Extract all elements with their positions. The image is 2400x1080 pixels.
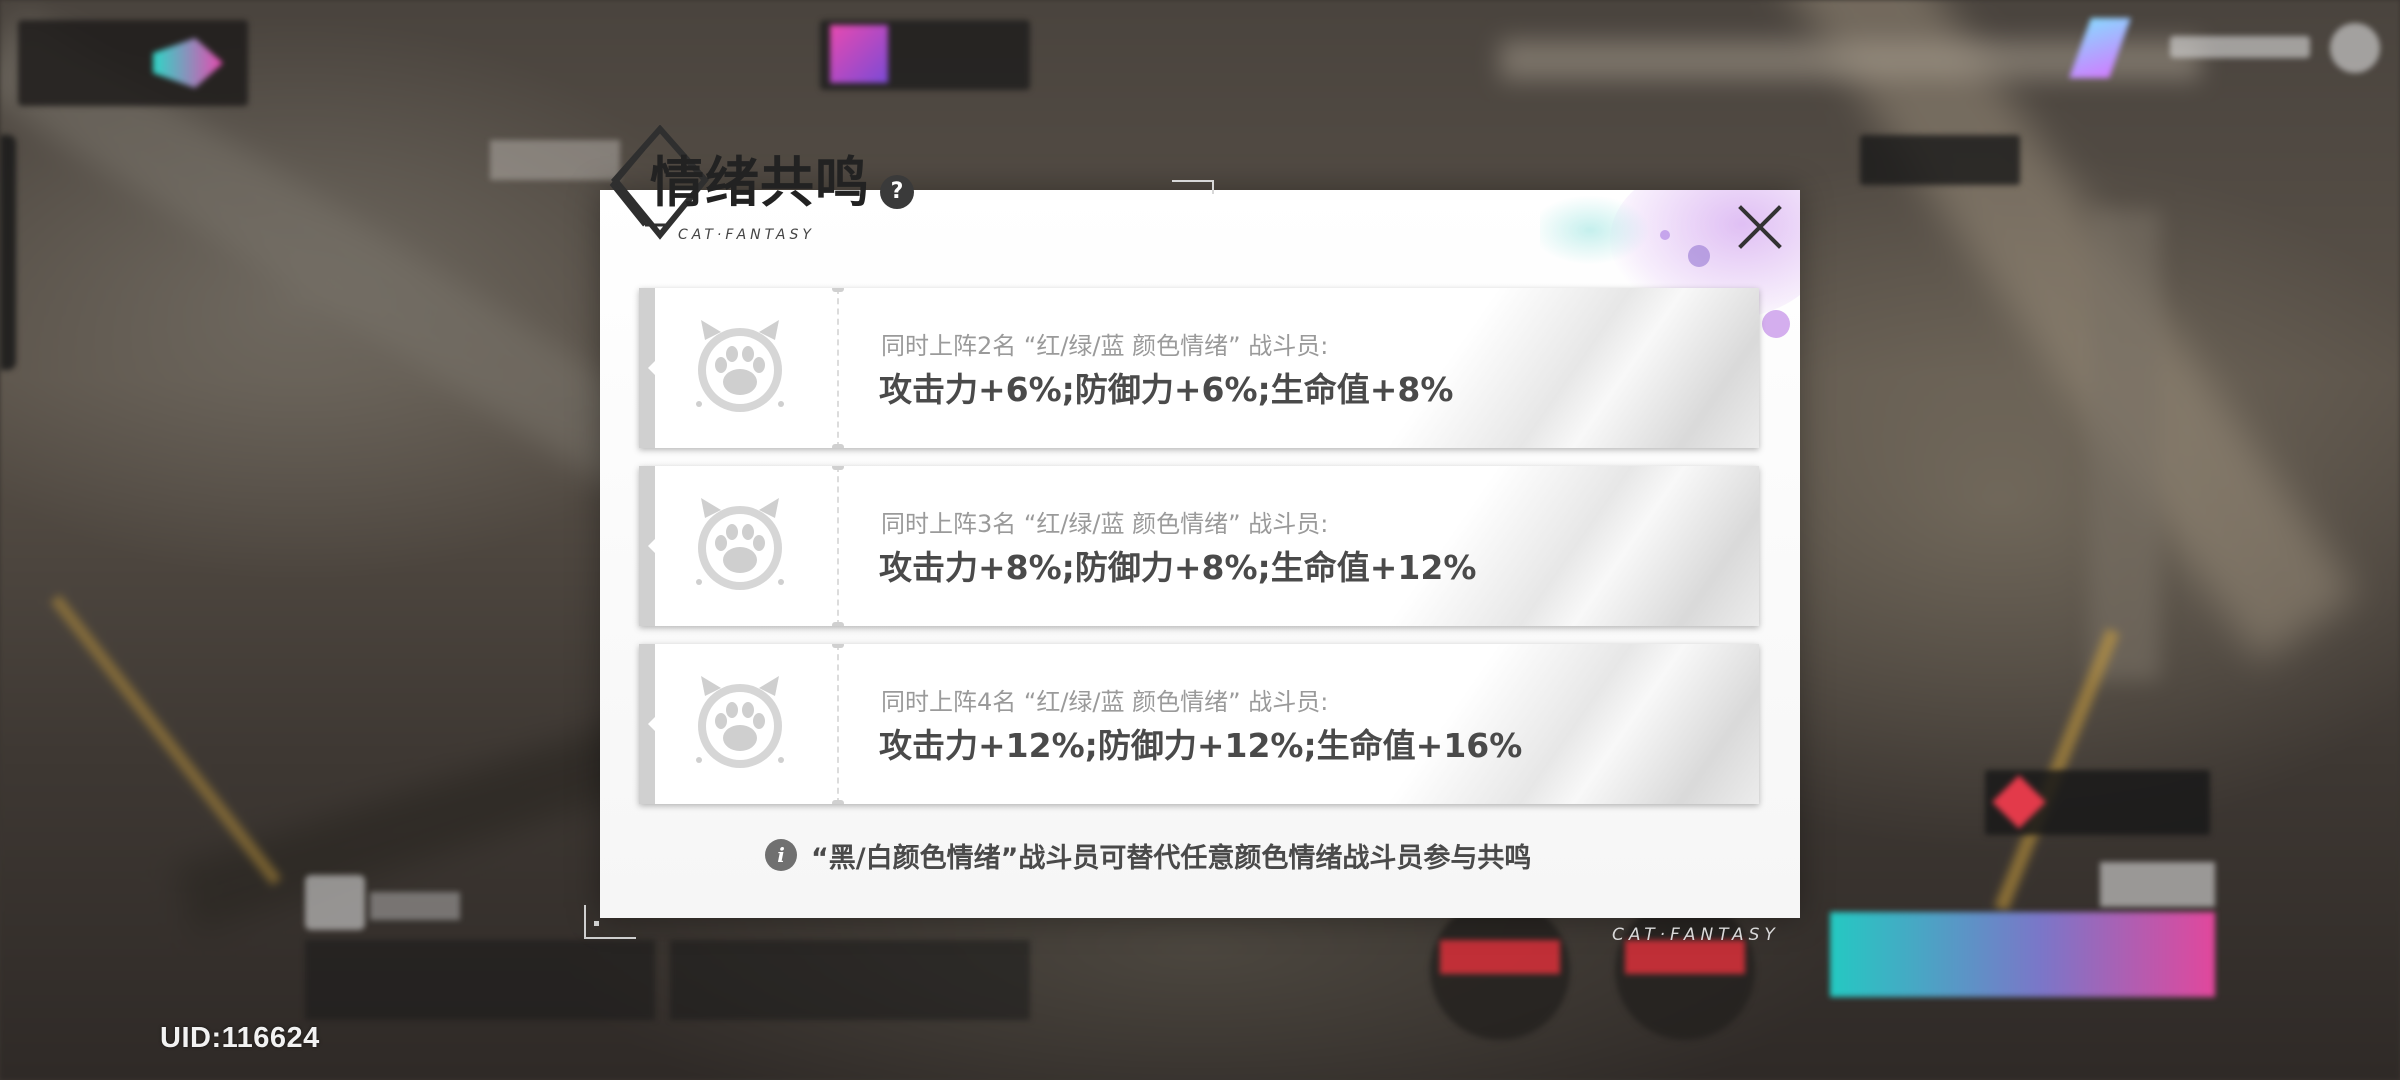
card-blurred (305, 940, 655, 1020)
toggle-blurred (2100, 862, 2215, 907)
tier-bonus: 攻击力+8%;防御力+8%;生命值+12% (879, 548, 1477, 587)
brand-watermark: CAT·FANTASY (1612, 925, 1780, 945)
note-text: “黑/白颜色情绪”战斗员可替代任意颜色情绪战斗员参与共鸣 (811, 842, 1532, 874)
dialog-title: 情绪共鸣 (650, 151, 870, 214)
label-blurred (370, 892, 460, 920)
cat-paw-icon (696, 676, 784, 768)
title-subtitle: CAT·FANTASY (678, 227, 815, 243)
back-button-blurred (18, 20, 248, 106)
top-chip-blurred (820, 20, 1030, 90)
tier-bonus: 攻击力+6%;防御力+6%;生命值+8% (879, 370, 1454, 409)
resonance-tier-row: 同时上阵3名 “红/绿/蓝 颜色情绪” 战斗员: 攻击力+8%;防御力+8%;生… (639, 466, 1759, 626)
circle-button-blurred (1615, 900, 1755, 1040)
bg-rail (1742, 0, 2358, 664)
bg-yellow-line (50, 594, 282, 886)
tier-condition: 同时上阵3名 “红/绿/蓝 颜色情绪” 战斗员: (881, 510, 1329, 538)
resonance-tier-row: 同时上阵4名 “红/绿/蓝 颜色情绪” 战斗员: 攻击力+12%;防御力+12%… (639, 644, 1759, 804)
emotion-resonance-dialog: 同时上阵2名 “红/绿/蓝 颜色情绪” 战斗员: 攻击力+6%;防御力+6%;生… (600, 190, 1800, 918)
confirm-button-blurred (1830, 912, 2215, 997)
tier-bonus: 攻击力+12%;防御力+12%;生命值+16% (879, 726, 1523, 765)
quick-button-blurred (1985, 770, 2210, 835)
question-icon[interactable]: ? (880, 175, 914, 209)
card-blurred (670, 940, 1030, 1020)
frame-corner (1172, 180, 1214, 194)
substitute-note: i “黑/白颜色情绪”战斗员可替代任意颜色情绪战斗员参与共鸣 (765, 835, 1531, 875)
tier-condition: 同时上阵4名 “红/绿/蓝 颜色情绪” 战斗员: (881, 688, 1329, 716)
label-blurred (1860, 135, 2020, 185)
side-drawer-tab (0, 135, 16, 370)
icon-blurred (305, 875, 365, 930)
uid-label: UID:116624 (160, 1022, 320, 1054)
bg-post (2090, 210, 2160, 680)
label-blurred (490, 140, 620, 180)
frame-corner (584, 905, 636, 939)
currency-bar-blurred (2069, 18, 2380, 78)
tier-condition: 同时上阵2名 “红/绿/蓝 颜色情绪” 战斗员: (881, 332, 1329, 360)
circle-button-blurred (1430, 900, 1570, 1040)
close-icon[interactable] (1735, 202, 1785, 252)
cat-paw-icon (696, 498, 784, 590)
info-icon: i (765, 839, 797, 871)
cat-paw-icon (696, 320, 784, 412)
resonance-tier-row: 同时上阵2名 “红/绿/蓝 颜色情绪” 战斗员: 攻击力+6%;防御力+6%;生… (639, 288, 1759, 448)
